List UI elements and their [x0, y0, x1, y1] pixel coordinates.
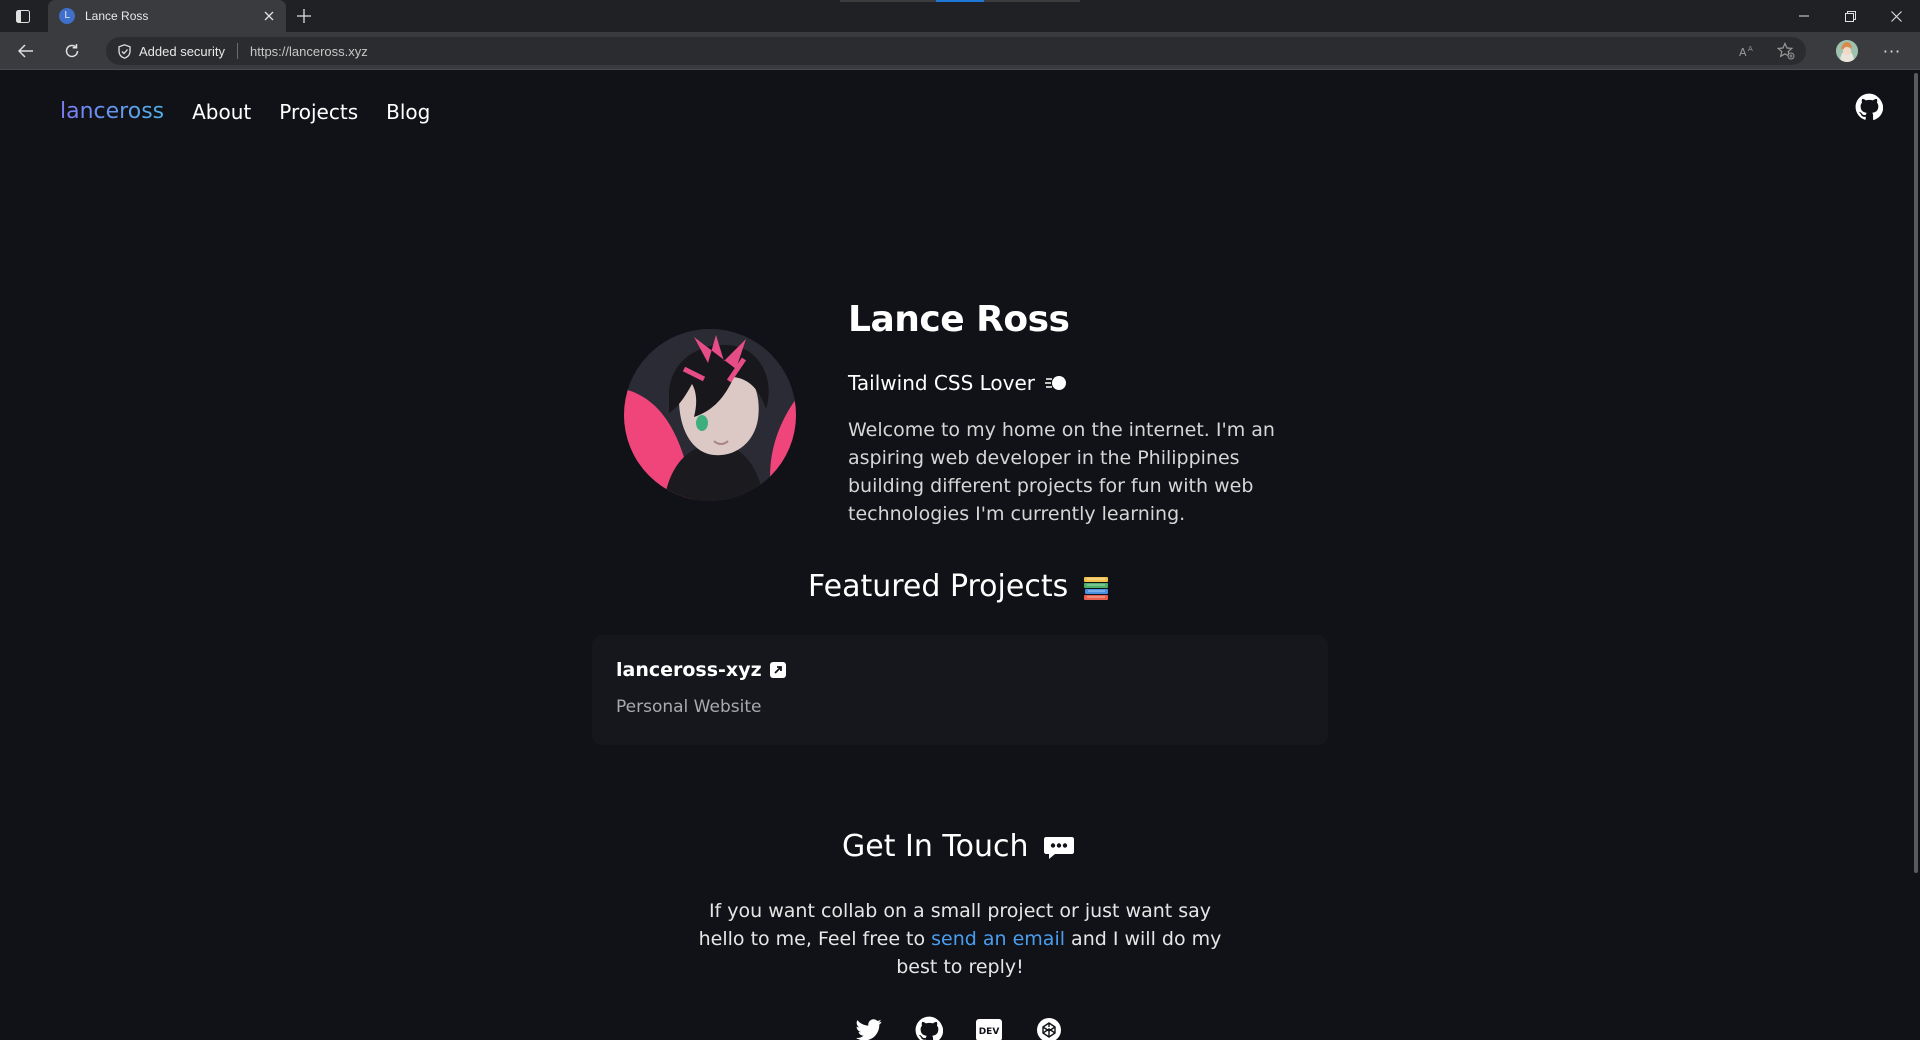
title-bar-drag-indicator: [840, 0, 1080, 2]
browser-tab[interactable]: L Lance Ross: [48, 0, 286, 32]
new-tab-button[interactable]: [292, 6, 316, 26]
url-bar[interactable]: Added security https://lanceross.xyz AA: [106, 37, 1806, 65]
favorite-star-icon[interactable]: [1776, 41, 1796, 61]
external-link-icon[interactable]: [769, 662, 786, 678]
dev-icon-text: DEV: [979, 1027, 1000, 1037]
twitter-icon[interactable]: [854, 1015, 884, 1040]
send-email-link[interactable]: send an email: [931, 928, 1065, 950]
security-label[interactable]: Added security: [139, 44, 225, 59]
profile-avatar[interactable]: [1836, 40, 1858, 62]
scrollbar-thumb[interactable]: [1914, 73, 1918, 873]
svg-text:A: A: [1739, 46, 1747, 58]
nav-link-blog[interactable]: Blog: [386, 100, 430, 124]
nav-link-about[interactable]: About: [192, 100, 251, 124]
tagline-text: Tailwind CSS Lover: [848, 371, 1036, 395]
social-links: DEV: [854, 1015, 1064, 1040]
omnibox-divider: [237, 43, 238, 59]
get-in-touch-heading: Get In Touch: [842, 829, 1075, 864]
tab-favicon-icon: L: [59, 8, 75, 24]
page-scrollbar[interactable]: [1912, 71, 1920, 1040]
window-close-icon[interactable]: [1884, 4, 1908, 28]
page-viewport: lanceross About Projects Blog Lance Ross…: [0, 71, 1920, 1040]
read-aloud-icon[interactable]: AA: [1738, 41, 1758, 61]
tab-strip: L Lance Ross: [0, 0, 1920, 32]
restore-icon[interactable]: [1838, 4, 1862, 28]
featured-projects-heading: Featured Projects: [808, 569, 1110, 604]
contact-text: If you want collab on a small project or…: [690, 897, 1230, 981]
address-bar: Added security https://lanceross.xyz AA …: [0, 32, 1920, 70]
browser-window: L Lance Ross Added security https://lanc…: [0, 0, 1920, 1040]
hero-section: Lance Ross Tailwind CSS Lover Welcome to…: [624, 221, 1324, 525]
project-card[interactable]: lanceross-xyz Personal Website: [592, 635, 1328, 745]
more-options-icon[interactable]: ···: [1880, 40, 1904, 62]
nav-link-projects[interactable]: Projects: [279, 100, 358, 124]
dev-icon[interactable]: DEV: [974, 1015, 1004, 1040]
books-emoji-icon: [1082, 573, 1110, 601]
reload-icon[interactable]: [60, 39, 84, 63]
url-text[interactable]: https://lanceross.xyz: [250, 44, 368, 59]
minimize-icon[interactable]: [1792, 4, 1816, 28]
featured-projects-title: Featured Projects: [808, 569, 1069, 604]
project-name-link[interactable]: lanceross-xyz: [616, 659, 762, 681]
hero-bio: Welcome to my home on the internet. I'm …: [848, 419, 1275, 525]
tab-title: Lance Ross: [85, 9, 149, 23]
shield-icon[interactable]: [116, 43, 132, 59]
hero-name: Lance Ross: [848, 299, 1070, 340]
dash-emoji-icon: [1045, 375, 1067, 391]
site-brand-link[interactable]: lanceross: [60, 99, 164, 124]
tab-actions-icon[interactable]: [14, 8, 32, 24]
svg-text:A: A: [1748, 45, 1753, 53]
codepen-icon[interactable]: [1034, 1015, 1064, 1040]
omnibox-actions: AA: [1738, 41, 1796, 61]
github-icon[interactable]: [914, 1015, 944, 1040]
site-nav: lanceross About Projects Blog: [60, 99, 430, 124]
project-description: Personal Website: [616, 697, 762, 717]
back-icon[interactable]: [14, 39, 38, 63]
speech-bubble-icon: [1043, 834, 1075, 860]
avatar: [624, 329, 796, 501]
github-icon[interactable]: [1855, 93, 1884, 121]
hero-tagline: Tailwind CSS Lover: [848, 371, 1067, 395]
close-icon[interactable]: [258, 5, 280, 27]
project-name-row: lanceross-xyz: [616, 659, 786, 681]
get-in-touch-title: Get In Touch: [842, 829, 1029, 864]
